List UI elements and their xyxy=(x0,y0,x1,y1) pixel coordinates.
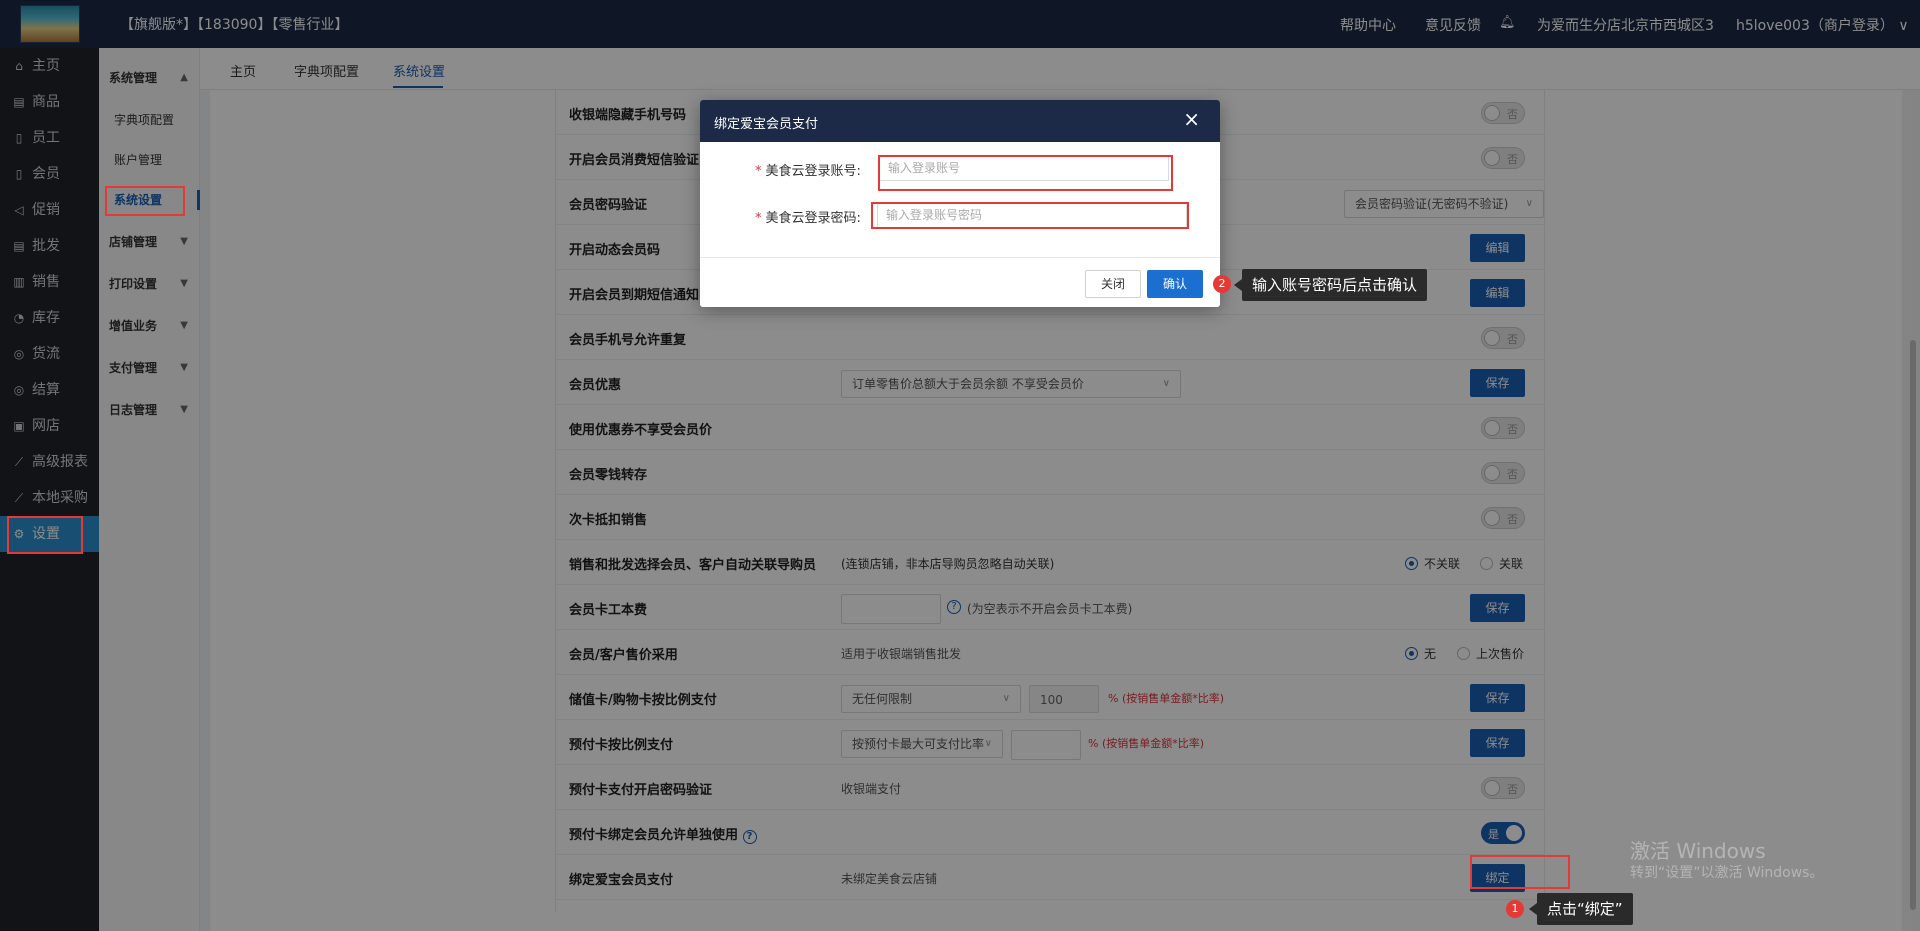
highlight-box xyxy=(105,186,185,216)
highlight-box xyxy=(1470,855,1570,889)
highlight-box xyxy=(7,516,83,554)
step-badge: 1 xyxy=(1506,900,1524,918)
dialog-confirm-button[interactable]: 确认 xyxy=(1147,270,1203,298)
highlight-box xyxy=(878,155,1173,191)
step-callout: 点击“绑定” xyxy=(1529,893,1633,925)
dialog-divider xyxy=(700,257,1220,258)
step-callout: 输入账号密码后点击确认 xyxy=(1233,269,1428,301)
step-badge: 2 xyxy=(1213,275,1231,293)
activation-watermark: 激活 Windows xyxy=(1630,839,1766,863)
account-label: * 美食云登录账号: xyxy=(755,164,861,179)
dialog-header: 绑定爱宝会员支付 × xyxy=(700,100,1220,142)
dialog-title: 绑定爱宝会员支付 xyxy=(714,117,819,132)
highlight-box xyxy=(871,202,1189,229)
activation-watermark-sub: 转到“设置”以激活 Windows。 xyxy=(1630,865,1824,881)
dialog-close-button[interactable]: 关闭 xyxy=(1085,270,1141,298)
password-label: * 美食云登录密码: xyxy=(755,211,861,226)
close-icon[interactable]: × xyxy=(1183,109,1200,129)
